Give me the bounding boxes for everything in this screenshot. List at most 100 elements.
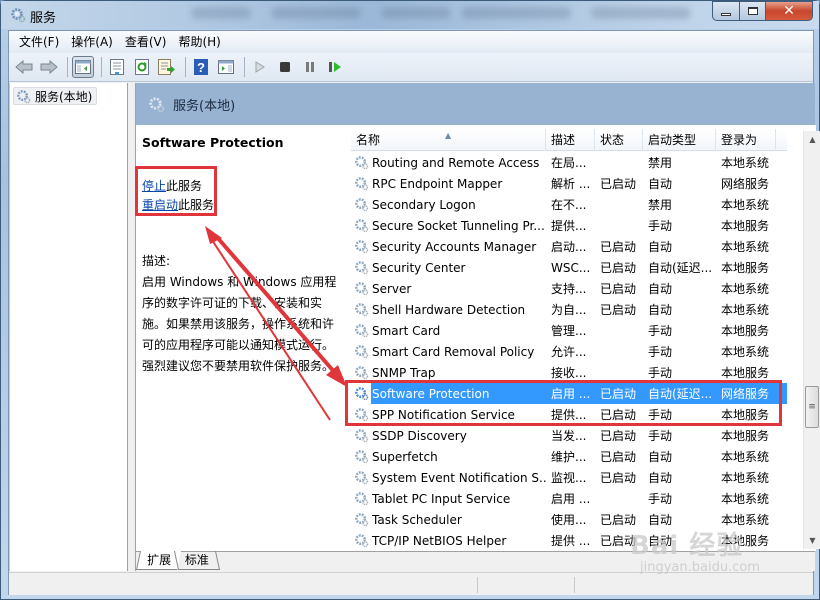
service-row[interactable]: Security Accounts Manager 启动... 已启动 自动 本地系统 <box>351 236 787 257</box>
pause-service-button[interactable] <box>299 56 321 78</box>
restart-service-button[interactable] <box>324 56 346 78</box>
service-gear-icon <box>355 450 369 464</box>
service-row[interactable]: Smart Card 管理... 手动 本地服务 <box>351 320 787 341</box>
status-divider <box>477 577 478 593</box>
menu-file[interactable]: 文件(F) <box>13 32 65 52</box>
show-hide-action-pane-button[interactable] <box>215 56 237 78</box>
tree-item-label: 服务(本地) <box>35 89 93 104</box>
tree-item-services-local[interactable]: 服务(本地) <box>13 87 98 105</box>
menu-help[interactable]: 帮助(H) <box>172 32 226 52</box>
column-header-name[interactable]: 名称 ▲ <box>351 129 546 151</box>
service-name-cell: Smart Card <box>351 323 546 338</box>
help-button[interactable]: ? <box>190 56 212 78</box>
service-gear-icon <box>355 471 369 485</box>
tab-standard[interactable]: 标准 <box>173 551 221 570</box>
service-description-cell: 使用... <box>551 513 587 527</box>
column-header-description[interactable]: 描述 <box>546 129 595 151</box>
refresh-button[interactable] <box>131 56 153 78</box>
service-name-cell: Superfetch <box>351 449 546 464</box>
restart-service-link[interactable]: 重启动 <box>142 198 178 212</box>
service-gear-icon <box>355 345 369 359</box>
service-row[interactable]: Routing and Remote Access 在局... 禁用 本地系统 <box>351 152 787 173</box>
console-tree-icon <box>75 60 91 74</box>
show-hide-console-tree-button[interactable] <box>72 56 94 78</box>
service-logon-cell: 本地服务 <box>721 324 770 338</box>
service-description-cell: 当发... <box>551 429 587 443</box>
status-divider <box>574 577 575 593</box>
column-header-startup-type[interactable]: 启动类型 <box>643 129 716 151</box>
service-name: TCP/IP NetBIOS Helper <box>372 533 507 548</box>
service-description-cell: 在局... <box>551 156 587 170</box>
svg-text:?: ? <box>197 60 205 75</box>
stop-service-link[interactable]: 停止 <box>142 179 166 193</box>
service-description-cell: 在不... <box>551 198 587 212</box>
service-row[interactable]: SSDP Discovery 当发... 已启动 手动 本地服务 <box>351 425 787 446</box>
service-name-cell: SSDP Discovery <box>351 428 546 443</box>
service-name: SPP Notification Service <box>372 407 515 422</box>
refresh-icon <box>135 59 149 75</box>
service-status-cell: 已启动 <box>600 282 637 296</box>
service-name-cell: Secure Socket Tunneling Pr... <box>351 218 546 233</box>
service-row[interactable]: Server 支持... 已启动 自动 本地系统 <box>351 278 787 299</box>
service-logon-cell: 本地服务 <box>721 366 770 380</box>
service-name-cell: Tablet PC Input Service <box>351 491 546 506</box>
service-row[interactable]: SPP Notification Service 提供... 已启动 手动 本地服务 <box>351 404 787 425</box>
service-startup-type-cell: 手动 <box>648 408 673 422</box>
service-gear-icon <box>355 324 369 338</box>
column-header-log-on-as[interactable]: 登录为 <box>716 129 776 151</box>
service-startup-type-cell: 手动 <box>648 219 673 233</box>
service-gear-icon <box>355 492 369 506</box>
service-row[interactable]: Smart Card Removal Policy 允许... 手动 本地系统 <box>351 341 787 362</box>
stop-service-button[interactable] <box>274 56 296 78</box>
service-name: Software Protection <box>372 386 490 401</box>
service-name-cell: TCP/IP NetBIOS Helper <box>351 533 546 548</box>
service-description-cell: 提供... <box>551 408 587 422</box>
service-status-cell: 已启动 <box>600 177 637 191</box>
service-row[interactable]: Superfetch 维护... 已启动 自动 本地系统 <box>351 446 787 467</box>
menu-action[interactable]: 操作(A) <box>65 32 119 52</box>
maximize-button[interactable] <box>739 1 766 21</box>
service-logon-cell: 网络服务 <box>716 385 776 402</box>
title-bar[interactable]: 服务 ✕ <box>1 1 819 29</box>
menu-view[interactable]: 查看(V) <box>119 32 173 52</box>
service-row[interactable]: Task Scheduler 使用... 已启动 自动 本地系统 <box>351 509 787 530</box>
service-name: Smart Card Removal Policy <box>372 344 535 359</box>
service-row[interactable]: Security Center WSC... 已启动 自动(延迟... 本地服务 <box>351 257 787 278</box>
selected-service-name: Software Protection <box>142 135 284 150</box>
service-description-cell: 为自... <box>551 303 587 317</box>
console-tree: 服务(本地) <box>9 83 128 571</box>
back-button[interactable] <box>13 56 35 78</box>
service-row[interactable]: RPC Endpoint Mapper 解析 ... 已启动 自动 网络服务 <box>351 173 787 194</box>
play-icon <box>255 61 265 73</box>
service-logon-cell: 本地服务 <box>721 408 770 422</box>
stop-icon <box>280 62 290 72</box>
scroll-down-icon[interactable]: ▼ <box>804 532 820 549</box>
export-list-button[interactable] <box>156 56 178 78</box>
service-row[interactable]: Secondary Logon 在不... 禁用 本地系统 <box>351 194 787 215</box>
service-gear-icon <box>355 156 369 170</box>
service-startup-type-cell: 自动 <box>648 534 673 548</box>
service-name-cell: Routing and Remote Access <box>351 155 546 170</box>
properties-button[interactable] <box>106 56 128 78</box>
minimize-button[interactable] <box>712 1 740 21</box>
service-name: Security Center <box>372 260 466 275</box>
service-startup-type-cell: 手动 <box>648 492 673 506</box>
forward-button[interactable] <box>38 56 60 78</box>
vertical-scrollbar[interactable]: ▲ ≡ ▼ <box>803 131 820 549</box>
scroll-up-icon[interactable]: ▲ <box>804 131 820 148</box>
start-service-button[interactable] <box>249 56 271 78</box>
service-row[interactable]: Shell Hardware Detection 为自... 已启动 自动 本地系统 <box>351 299 787 320</box>
scroll-thumb[interactable]: ≡ <box>805 386 819 428</box>
service-row[interactable]: TCP/IP NetBIOS Helper 提供 ... 已启动 自动 本地服务 <box>351 530 787 551</box>
service-startup-type-cell: 手动 <box>648 429 673 443</box>
service-row[interactable]: SNMP Trap 接收... 手动 本地服务 <box>351 362 787 383</box>
service-rows: Routing and Remote Access 在局... 禁用 本地系统 RPC … <box>351 152 787 551</box>
service-row[interactable]: System Event Notification S... 监视... 已启动 自动… <box>351 467 787 488</box>
service-row[interactable]: Secure Socket Tunneling Pr... 提供... 手动 本地服务 <box>351 215 787 236</box>
service-row[interactable]: Tablet PC Input Service 启用 ... 手动 本地系统 <box>351 488 787 509</box>
column-header-status[interactable]: 状态 <box>595 129 643 151</box>
close-button[interactable]: ✕ <box>765 1 813 21</box>
service-gear-icon <box>355 240 369 254</box>
service-name-cell: SPP Notification Service <box>351 407 546 422</box>
service-row[interactable]: Software Protection 启用 ... 已启动 自动(延迟... 网络服务 <box>351 383 787 404</box>
